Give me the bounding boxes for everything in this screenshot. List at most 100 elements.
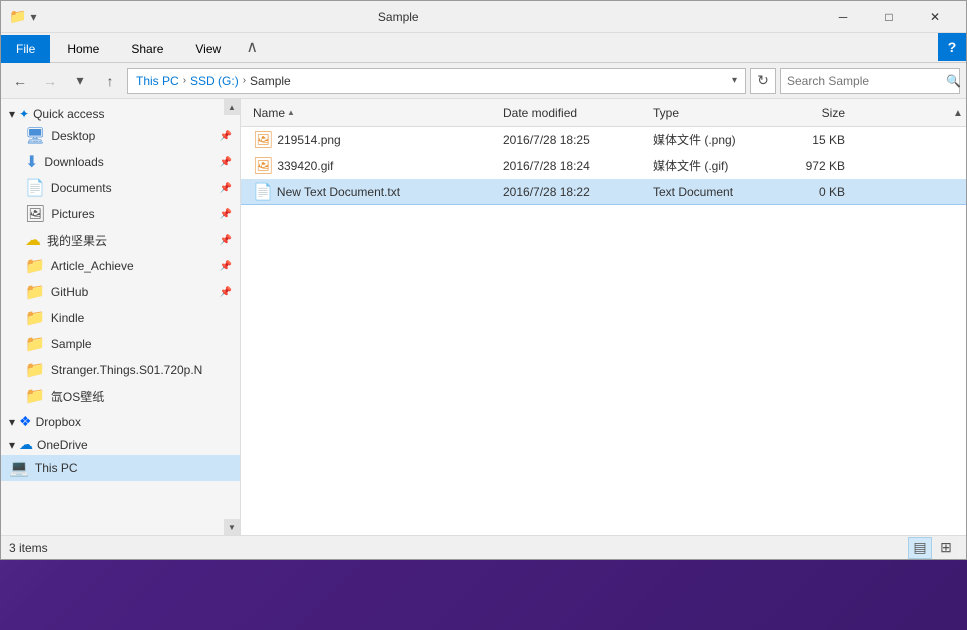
title-bar: 📁 ▾ Sample ─ □ ✕ [1, 1, 966, 33]
search-box: 🔍 [780, 68, 960, 94]
col-header-date[interactable]: Date modified [499, 106, 649, 120]
breadcrumb-current: Sample [250, 74, 291, 88]
sidebar-item-label-sample: Sample [51, 337, 92, 351]
address-bar: ← → ▾ ↑ This PC › SSD (G:) › Sample ▾ ↻ … [1, 63, 966, 99]
up-button[interactable]: ↑ [97, 68, 123, 94]
sidebar-item-label-wallpaper: 氙OS壁纸 [51, 388, 104, 405]
search-input[interactable] [787, 74, 942, 88]
col-sort-arrow: ▲ [287, 108, 295, 117]
sidebar-item-label-downloads: Downloads [44, 155, 103, 169]
sidebar-item-kindle[interactable]: 📁 Kindle [1, 305, 240, 331]
breadcrumb-dropdown-button[interactable]: ▾ [732, 75, 737, 86]
col-header-name[interactable]: Name ▲ [249, 106, 499, 120]
sidebar-item-label-stranger: Stranger.Things.S01.720p.N [51, 363, 202, 377]
ribbon-tabs: File Home Share View ∧ ? [1, 33, 966, 63]
close-button[interactable]: ✕ [912, 1, 958, 33]
view-detail-icon: ▤ [913, 539, 926, 556]
sidebar-group-quick-access[interactable]: ▾ ✦ Quick access [1, 103, 240, 123]
sidebar-item-pictures[interactable]: 🖼 Pictures 📌 [1, 201, 240, 227]
file-row-2[interactable]: 📄 New Text Document.txt 2016/7/28 18:22 … [241, 179, 966, 205]
col-header-type[interactable]: Type [649, 106, 769, 120]
maximize-button[interactable]: □ [866, 1, 912, 33]
sidebar-group-label-onedrive: OneDrive [37, 438, 88, 452]
quick-access-star-icon: ✦ [19, 107, 29, 121]
main-content: ▲ ▾ ✦ Quick access 🖥 Desktop 📌 ⬇ Downloa… [1, 99, 966, 535]
sidebar-scroll-down[interactable]: ▼ [224, 519, 240, 535]
sidebar-item-desktop[interactable]: 🖥 Desktop 📌 [1, 123, 240, 149]
pin-icon-pictures: 📌 [220, 209, 232, 220]
file-name-2: 📄 New Text Document.txt [249, 182, 499, 202]
refresh-button[interactable]: ↻ [750, 68, 776, 94]
file-row-0[interactable]: 🖼 219514.png 2016/7/28 18:25 媒体文件 (.png)… [241, 127, 966, 153]
file-type-1: 媒体文件 (.gif) [649, 157, 769, 174]
ribbon-help-button[interactable]: ? [938, 33, 966, 61]
file-label-0: 219514.png [277, 133, 340, 147]
file-label-2: New Text Document.txt [277, 185, 400, 199]
file-icon-1: 🖼 [253, 156, 273, 176]
sidebar-group-dropbox[interactable]: ▾ ❖ Dropbox [1, 409, 240, 432]
file-size-2: 0 KB [769, 185, 849, 199]
file-icon-2: 📄 [253, 182, 273, 202]
tab-file[interactable]: File [1, 35, 50, 63]
back-button[interactable]: ← [7, 68, 33, 94]
dropbox-icon: ❖ [19, 413, 32, 430]
view-detail-button[interactable]: ▤ [908, 537, 932, 559]
recent-locations-button[interactable]: ▾ [67, 68, 93, 94]
tab-home[interactable]: Home [52, 35, 114, 63]
sidebar-item-wallpaper[interactable]: 📁 氙OS壁纸 [1, 383, 240, 409]
file-row-1[interactable]: 🖼 339420.gif 2016/7/28 18:24 媒体文件 (.gif)… [241, 153, 966, 179]
file-size-0: 15 KB [769, 133, 849, 147]
ribbon-expand-button[interactable]: ∧ [238, 33, 266, 61]
sample-icon: 📁 [25, 334, 45, 354]
sidebar-item-article[interactable]: 📁 Article_Achieve 📌 [1, 253, 240, 279]
sidebar-item-label-kindle: Kindle [51, 311, 84, 325]
breadcrumb-this-pc[interactable]: This PC [136, 74, 179, 88]
col-type-label: Type [653, 106, 679, 120]
file-date-2: 2016/7/28 18:22 [499, 185, 649, 199]
dropbox-chevron: ▾ [9, 415, 15, 429]
tab-share[interactable]: Share [116, 35, 178, 63]
documents-icon: 📄 [25, 178, 45, 198]
window-title: Sample [0, 10, 820, 24]
file-name-0: 🖼 219514.png [249, 130, 499, 150]
sidebar-item-downloads[interactable]: ⬇ Downloads 📌 [1, 149, 240, 175]
view-tiles-button[interactable]: ⊞ [934, 537, 958, 559]
tab-view[interactable]: View [180, 35, 236, 63]
sidebar-item-label-github: GitHub [51, 285, 88, 299]
sidebar-item-label-article: Article_Achieve [51, 259, 134, 273]
pin-icon-downloads: 📌 [220, 157, 232, 168]
sidebar-item-label-jianguoyun: 我的坚果云 [47, 232, 107, 249]
sidebar-item-label-pictures: Pictures [51, 207, 94, 221]
breadcrumb-arrow-1: › [183, 75, 186, 86]
quick-access-chevron: ▾ [9, 107, 15, 121]
pin-icon-jianguoyun: 📌 [220, 235, 232, 246]
sidebar-scroll-up[interactable]: ▲ [224, 99, 240, 115]
wallpaper-icon: 📁 [25, 386, 45, 406]
sidebar-group-onedrive[interactable]: ▾ ☁ OneDrive [1, 432, 240, 455]
sidebar-item-sample[interactable]: 📁 Sample [1, 331, 240, 357]
pin-icon-desktop: 📌 [220, 131, 232, 142]
col-header-size[interactable]: Size [769, 106, 849, 120]
explorer-window: 📁 ▾ Sample ─ □ ✕ File Home Share View ∧ … [0, 0, 967, 560]
window-controls: ─ □ ✕ [820, 1, 958, 33]
jianguoyun-icon: ☁ [25, 230, 41, 250]
file-size-1: 972 KB [769, 159, 849, 173]
search-icon: 🔍 [946, 74, 961, 88]
file-list-scroll-up[interactable]: ▲ [950, 99, 966, 127]
sidebar-item-jianguoyun[interactable]: ☁ 我的坚果云 📌 [1, 227, 240, 253]
this-pc-icon: 💻 [9, 458, 29, 478]
sidebar-item-this-pc[interactable]: 💻 This PC [1, 455, 240, 481]
breadcrumb: This PC › SSD (G:) › Sample ▾ [127, 68, 746, 94]
sidebar-item-stranger[interactable]: 📁 Stranger.Things.S01.720p.N [1, 357, 240, 383]
file-label-1: 339420.gif [277, 159, 333, 173]
forward-button[interactable]: → [37, 68, 63, 94]
sidebar-item-documents[interactable]: 📄 Documents 📌 [1, 175, 240, 201]
view-tiles-icon: ⊞ [940, 539, 952, 556]
sidebar-item-github[interactable]: 📁 GitHub 📌 [1, 279, 240, 305]
article-icon: 📁 [25, 256, 45, 276]
file-list-header: Name ▲ Date modified Type Size ▲ [241, 99, 966, 127]
pin-icon-article: 📌 [220, 261, 232, 272]
breadcrumb-ssd[interactable]: SSD (G:) [190, 74, 239, 88]
pin-icon-documents: 📌 [220, 183, 232, 194]
minimize-button[interactable]: ─ [820, 1, 866, 33]
